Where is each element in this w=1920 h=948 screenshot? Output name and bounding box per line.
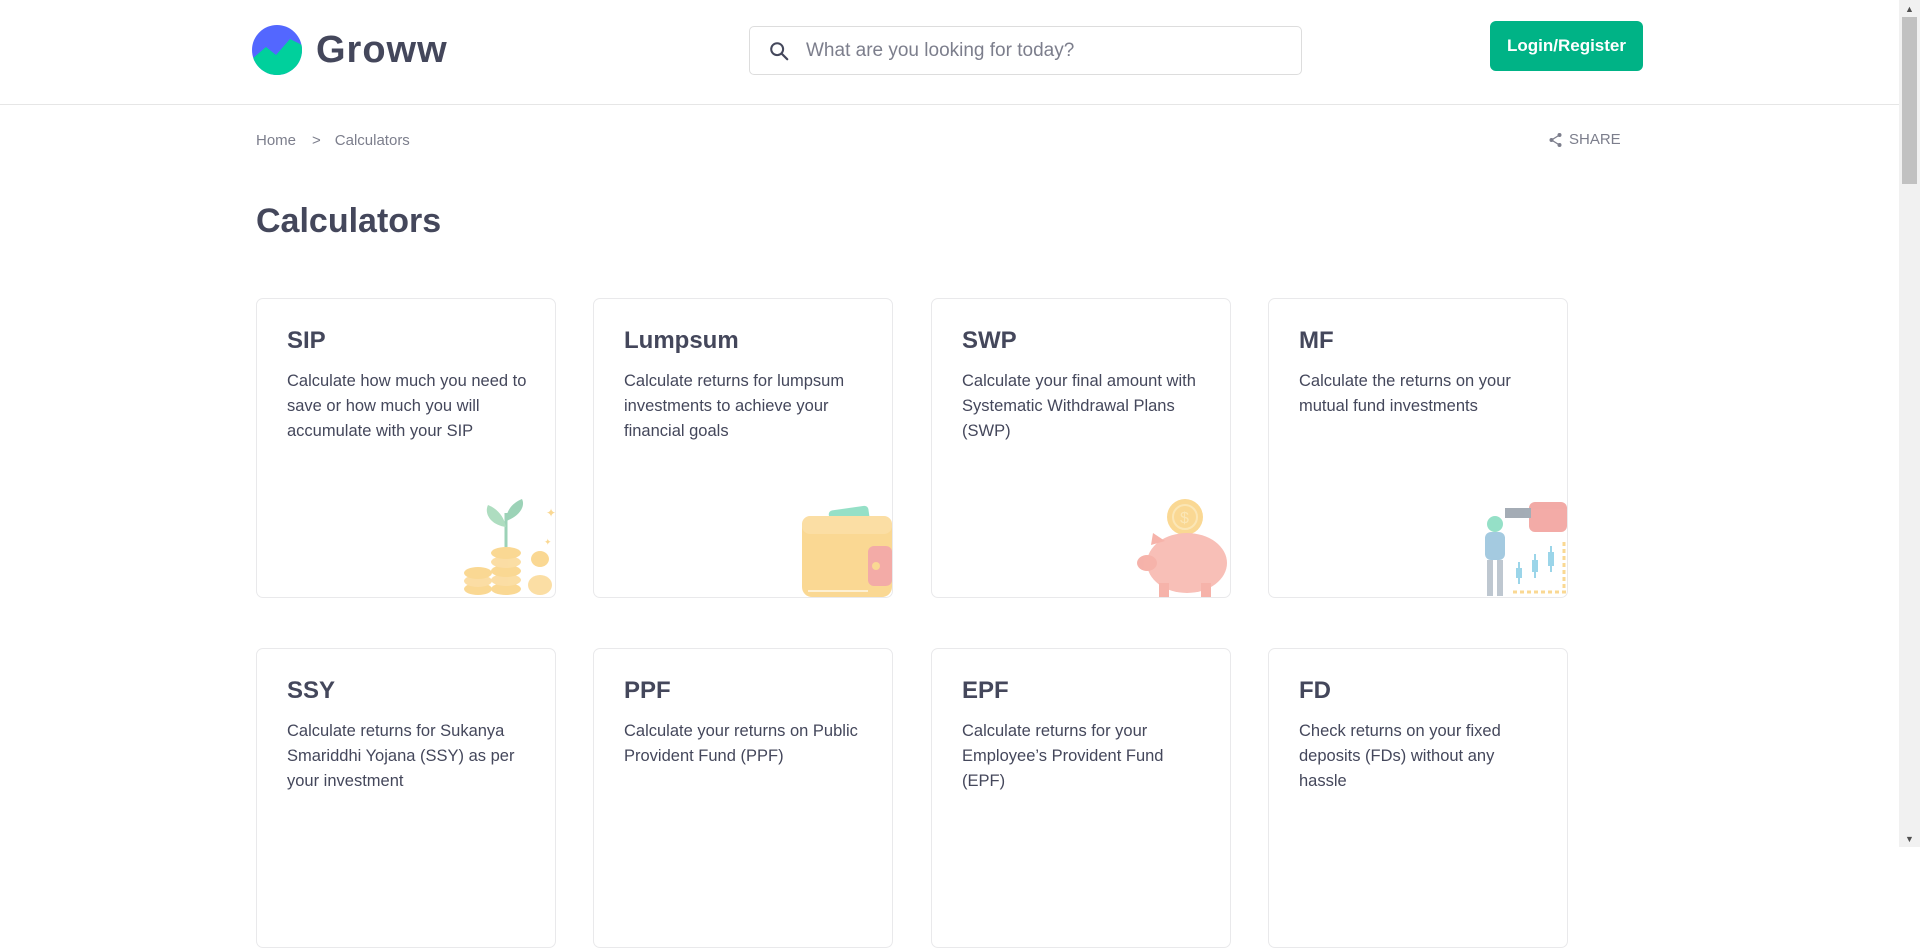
breadcrumb-home-link[interactable]: Home bbox=[256, 132, 296, 149]
share-label: SHARE bbox=[1569, 131, 1621, 148]
share-button[interactable]: SHARE bbox=[1548, 131, 1621, 148]
calculator-card-epf[interactable]: EPF Calculate returns for your Employee’… bbox=[931, 648, 1231, 948]
card-title: SWP bbox=[962, 327, 1017, 354]
card-title: MF bbox=[1299, 327, 1334, 354]
card-title: EPF bbox=[962, 677, 1009, 704]
search-bar[interactable] bbox=[749, 26, 1302, 75]
groww-logo-icon bbox=[252, 25, 302, 75]
investor-chart-icon bbox=[1485, 502, 1567, 596]
groww-logo[interactable]: Groww bbox=[252, 25, 448, 75]
calculator-card-swp[interactable]: SWP Calculate your final amount with Sys… bbox=[931, 298, 1231, 598]
scroll-up-arrow-icon[interactable]: ▲ bbox=[1899, 0, 1920, 17]
calculator-card-sip[interactable]: SIP Calculate how much you need to save … bbox=[256, 298, 556, 598]
card-description: Calculate returns for lumpsum investment… bbox=[624, 372, 845, 440]
card-description: Calculate the returns on your mutual fun… bbox=[1299, 372, 1511, 415]
calculator-card-lumpsum[interactable]: Lumpsum Calculate returns for lumpsum in… bbox=[593, 298, 893, 598]
breadcrumb-current: Calculators bbox=[334, 132, 410, 149]
share-icon bbox=[1549, 132, 1562, 147]
calculator-card-mf[interactable]: MF Calculate the returns on your mutual … bbox=[1268, 298, 1568, 598]
breadcrumb-separator: > bbox=[312, 132, 321, 149]
login-register-button[interactable]: Login/Register bbox=[1490, 21, 1643, 71]
calculator-card-fd[interactable]: FD Check returns on your fixed deposits … bbox=[1268, 648, 1568, 948]
svg-text:✦: ✦ bbox=[546, 506, 555, 520]
search-input[interactable] bbox=[804, 38, 1288, 63]
site-header: Groww Login/Register bbox=[0, 0, 1899, 105]
card-description: Calculate returns for Sukanya Smariddhi … bbox=[287, 722, 515, 790]
breadcrumb: Home > Calculators bbox=[256, 132, 410, 149]
card-title: SSY bbox=[287, 677, 336, 704]
coins-plant-icon: ✦ ✦ bbox=[464, 499, 555, 595]
wallet-icon bbox=[802, 505, 892, 597]
card-description: Calculate returns for your Employee’s Pr… bbox=[962, 722, 1164, 790]
brand-name: Groww bbox=[316, 28, 448, 71]
card-description: Check returns on your fixed deposits (FD… bbox=[1299, 722, 1501, 790]
card-title: PPF bbox=[624, 677, 671, 704]
scroll-down-arrow-icon[interactable]: ▼ bbox=[1899, 830, 1920, 847]
page-scrollbar[interactable]: ▲ ▼ bbox=[1899, 0, 1920, 847]
svg-text:✦: ✦ bbox=[544, 537, 552, 547]
card-title: FD bbox=[1299, 677, 1331, 704]
card-description: Calculate your returns on Public Provide… bbox=[624, 722, 858, 765]
svg-text:$: $ bbox=[1180, 510, 1189, 527]
card-title: Lumpsum bbox=[624, 327, 739, 354]
calculator-card-ssy[interactable]: SSY Calculate returns for Sukanya Smarid… bbox=[256, 648, 556, 948]
page-title: Calculators bbox=[256, 202, 442, 240]
card-description: Calculate how much you need to save or h… bbox=[287, 372, 527, 440]
calculator-card-ppf[interactable]: PPF Calculate your returns on Public Pro… bbox=[593, 648, 893, 948]
scrollbar-thumb[interactable] bbox=[1902, 17, 1917, 184]
card-title: SIP bbox=[287, 327, 326, 354]
piggy-bank-icon: $ bbox=[1137, 499, 1227, 597]
search-icon bbox=[770, 41, 789, 60]
card-description: Calculate your final amount with Systema… bbox=[962, 372, 1196, 440]
